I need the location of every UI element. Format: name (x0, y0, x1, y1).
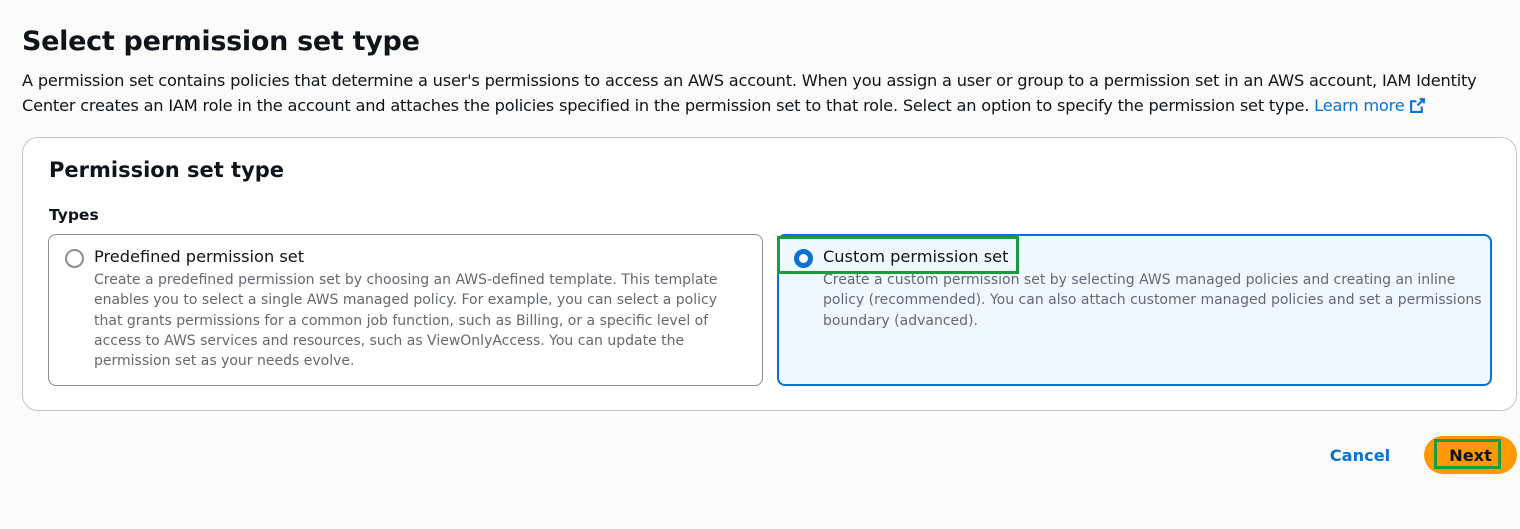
tile-description-custom: Create a custom permission set by select… (823, 272, 1482, 329)
tile-predefined-permission-set[interactable]: Predefined permission set Create a prede… (48, 234, 763, 386)
tile-label-predefined[interactable]: Predefined permission set (94, 247, 304, 266)
tile-custom-permission-set[interactable]: Custom permission set Create a custom pe… (777, 234, 1492, 386)
permission-set-type-panel: Permission set type Types Predefined per… (22, 137, 1517, 411)
tile-description-predefined: Create a predefined permission set by ch… (94, 272, 718, 370)
radio-predefined-permission-set[interactable] (65, 249, 84, 268)
next-button[interactable]: Next (1424, 436, 1517, 474)
types-label: Types (49, 206, 99, 224)
learn-more-label[interactable]: Learn more (1314, 96, 1405, 115)
page-title: Select permission set type (22, 26, 420, 57)
page-description: A permission set contains policies that … (22, 68, 1520, 118)
learn-more-link[interactable]: Learn more (1314, 96, 1425, 115)
tile-label-custom[interactable]: Custom permission set (823, 247, 1008, 266)
panel-title: Permission set type (49, 158, 285, 182)
page-description-text: A permission set contains policies that … (22, 71, 1477, 115)
cancel-button[interactable]: Cancel (1320, 438, 1400, 472)
external-link-icon[interactable] (1409, 97, 1426, 114)
radio-custom-permission-set[interactable] (794, 249, 813, 268)
